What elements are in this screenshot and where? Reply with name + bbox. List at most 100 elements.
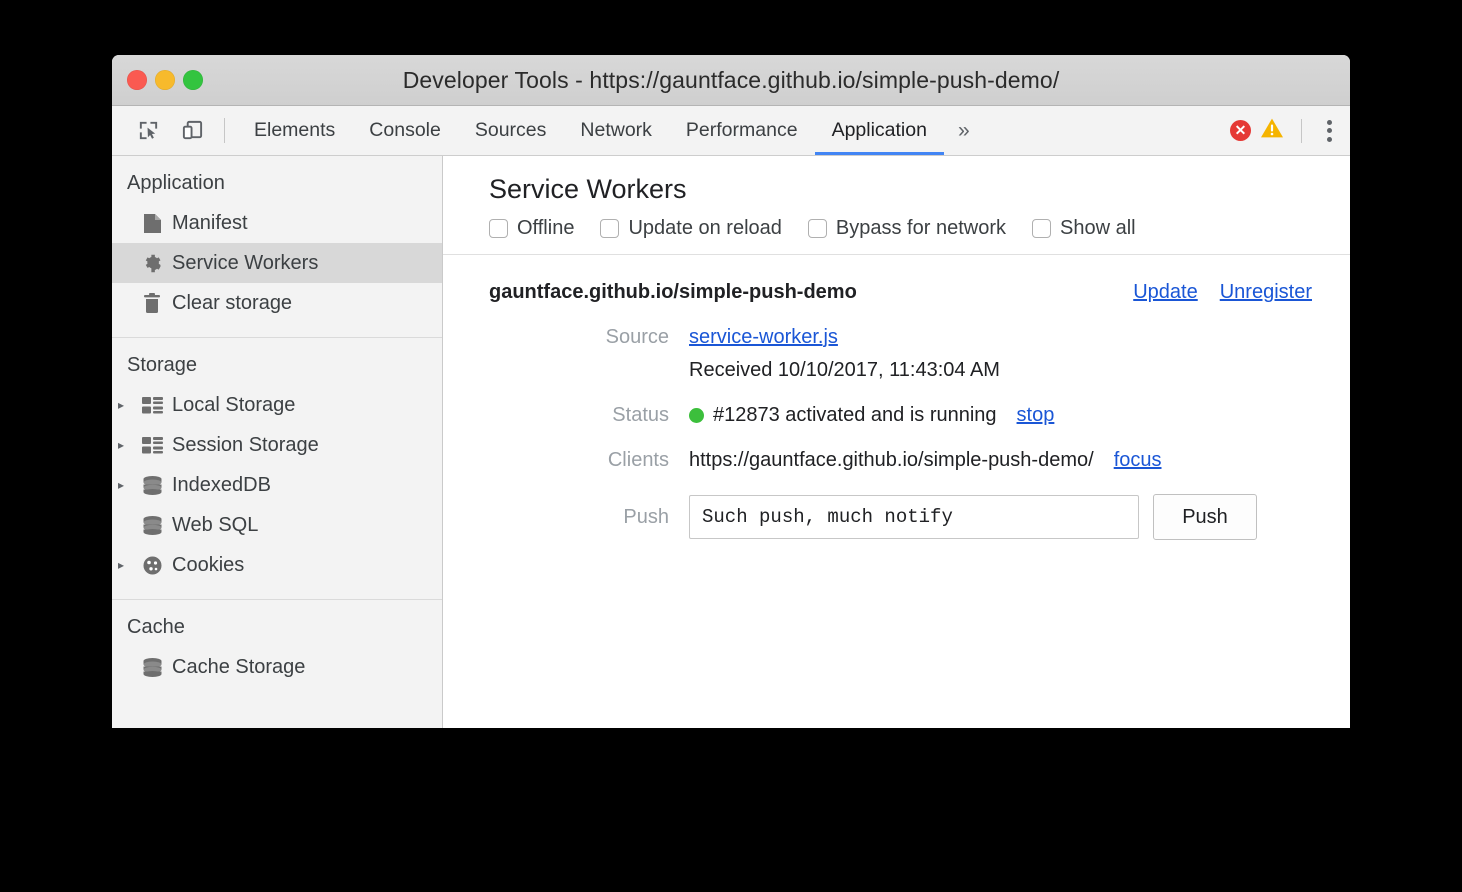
stop-link[interactable]: stop (1017, 404, 1055, 427)
push-value: Push (689, 494, 1257, 540)
devtools-window: Developer Tools - https://gauntface.gith… (112, 55, 1350, 728)
panel-header: Service Workers Offline Update on reload… (443, 156, 1350, 255)
tab-network[interactable]: Network (563, 106, 669, 155)
sidebar-item-manifest-label: Manifest (172, 212, 248, 235)
status-value: #12873 activated and is running stop (689, 404, 1054, 427)
clients-row: Clients https://gauntface.github.io/simp… (443, 449, 1350, 472)
sidebar-group-storage-title: Storage (112, 338, 442, 385)
window-title: Developer Tools - https://gauntface.gith… (403, 67, 1060, 94)
option-bypass-for-network-label: Bypass for network (836, 217, 1006, 240)
page-title: Service Workers (489, 174, 1350, 205)
table-icon (140, 397, 164, 414)
sidebar-item-service-workers-label: Service Workers (172, 252, 318, 275)
zoom-window-button[interactable] (183, 70, 203, 90)
cookie-icon (140, 555, 164, 576)
tab-elements[interactable]: Elements (237, 106, 352, 155)
option-offline-label: Offline (517, 217, 574, 240)
sidebar-item-clear-storage[interactable]: ▸ Clear storage (112, 283, 442, 323)
tab-performance-label: Performance (686, 119, 798, 142)
push-message-input[interactable] (689, 495, 1139, 539)
chevron-right-icon[interactable]: ▸ (118, 399, 140, 411)
tab-network-label: Network (580, 119, 652, 142)
status-row: Status #12873 activated and is running s… (443, 404, 1350, 427)
table-icon (140, 437, 164, 454)
push-row: Push Push (443, 494, 1350, 540)
service-worker-options: Offline Update on reload Bypass for netw… (489, 217, 1350, 240)
sidebar-item-cookies-label: Cookies (172, 554, 244, 577)
sidebar-item-cookies[interactable]: ▸ Cookies (112, 545, 442, 585)
sidebar-item-session-storage-label: Session Storage (172, 434, 319, 457)
sidebar-item-cache-storage-label: Cache Storage (172, 656, 305, 679)
clients-label: Clients (489, 449, 689, 472)
devtools-toolbar: Elements Console Sources Network Perform… (112, 106, 1350, 156)
document-icon (140, 213, 164, 234)
toolbar-right-divider (1301, 119, 1302, 143)
tab-application-label: Application (832, 119, 927, 142)
sidebar-item-clear-storage-label: Clear storage (172, 292, 292, 315)
database-icon (140, 476, 164, 495)
expand-arrow-placeholder: ▸ (118, 519, 140, 531)
kebab-menu-icon[interactable] (1319, 114, 1340, 148)
status-running-indicator-icon (689, 408, 704, 423)
more-tabs-glyph: » (958, 119, 970, 143)
trash-icon (140, 293, 164, 314)
update-link[interactable]: Update (1133, 281, 1198, 304)
sidebar-item-local-storage-label: Local Storage (172, 394, 295, 417)
tab-performance[interactable]: Performance (669, 106, 815, 155)
tab-application[interactable]: Application (815, 106, 944, 155)
more-tabs-icon[interactable]: » (944, 106, 984, 155)
chevron-right-icon[interactable]: ▸ (118, 439, 140, 451)
source-label: Source (489, 326, 689, 349)
expand-arrow-placeholder: ▸ (118, 257, 140, 269)
sidebar-group-cache-title: Cache (112, 600, 442, 647)
update-on-reload-checkbox[interactable] (600, 219, 619, 238)
option-offline[interactable]: Offline (489, 217, 574, 240)
offline-checkbox[interactable] (489, 219, 508, 238)
error-icon[interactable]: ✕ (1230, 120, 1251, 141)
chevron-right-icon[interactable]: ▸ (118, 559, 140, 571)
database-icon (140, 516, 164, 535)
status-label: Status (489, 404, 689, 427)
tab-sources-label: Sources (475, 119, 547, 142)
option-show-all[interactable]: Show all (1032, 217, 1136, 240)
registration-header: gauntface.github.io/simple-push-demo Upd… (443, 281, 1350, 304)
sidebar-item-cache-storage[interactable]: ▸ Cache Storage (112, 647, 442, 687)
tab-elements-label: Elements (254, 119, 335, 142)
source-row: Source service-worker.js (443, 326, 1350, 349)
expand-arrow-placeholder: ▸ (118, 217, 140, 229)
sidebar-item-session-storage[interactable]: ▸ Session Storage (112, 425, 442, 465)
application-sidebar: Application ▸ Manifest ▸ S (112, 156, 443, 728)
option-show-all-label: Show all (1060, 217, 1136, 240)
client-url: https://gauntface.github.io/simple-push-… (689, 449, 1094, 472)
push-button[interactable]: Push (1153, 494, 1257, 540)
option-update-on-reload[interactable]: Update on reload (600, 217, 781, 240)
traffic-light-group (127, 70, 203, 90)
registration-actions: Update Unregister (1133, 281, 1312, 304)
source-file-link[interactable]: service-worker.js (689, 326, 838, 349)
inspect-element-icon[interactable] (126, 106, 170, 155)
tab-sources[interactable]: Sources (458, 106, 564, 155)
toolbar-divider (224, 118, 225, 143)
chevron-right-icon[interactable]: ▸ (118, 479, 140, 491)
sidebar-item-indexeddb[interactable]: ▸ IndexedDB (112, 465, 442, 505)
sidebar-group-application-title: Application (112, 156, 442, 203)
close-window-button[interactable] (127, 70, 147, 90)
sidebar-item-local-storage[interactable]: ▸ Local Storage (112, 385, 442, 425)
unregister-link[interactable]: Unregister (1220, 281, 1312, 304)
warning-icon[interactable] (1260, 117, 1284, 144)
minimize-window-button[interactable] (155, 70, 175, 90)
clients-value: https://gauntface.github.io/simple-push-… (689, 449, 1162, 472)
sidebar-item-web-sql-label: Web SQL (172, 514, 258, 537)
sidebar-item-service-workers[interactable]: ▸ Service Workers (112, 243, 442, 283)
database-icon (140, 658, 164, 677)
focus-link[interactable]: focus (1114, 449, 1162, 472)
sidebar-item-web-sql[interactable]: ▸ Web SQL (112, 505, 442, 545)
expand-arrow-placeholder: ▸ (118, 297, 140, 309)
received-timestamp: Received 10/10/2017, 11:43:04 AM (689, 359, 1000, 382)
tab-console[interactable]: Console (352, 106, 458, 155)
device-toolbar-icon[interactable] (170, 106, 214, 155)
sidebar-item-manifest[interactable]: ▸ Manifest (112, 203, 442, 243)
bypass-for-network-checkbox[interactable] (808, 219, 827, 238)
show-all-checkbox[interactable] (1032, 219, 1051, 238)
option-bypass-for-network[interactable]: Bypass for network (808, 217, 1006, 240)
